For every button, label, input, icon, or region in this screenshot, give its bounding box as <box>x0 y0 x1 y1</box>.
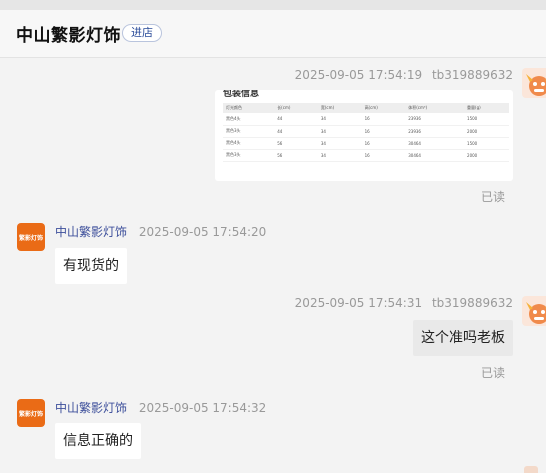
user-avatar-partial <box>524 466 538 473</box>
cartoon-avatar-icon <box>526 74 546 96</box>
table-row: 黑色3头 56 34 16 30464 2000 <box>223 149 509 162</box>
chat-header: 中山繁影灯饰 进店 <box>0 10 546 58</box>
table-cell: 44 <box>274 125 318 138</box>
table-cell: 2000 <box>464 125 509 138</box>
message-bubble: 这个准吗老板 <box>413 320 513 356</box>
message-sender: tb319889632 <box>431 296 513 310</box>
table-cell: 16 <box>361 113 406 126</box>
message-sender: tb319889632 <box>431 68 513 82</box>
message-time: 2025-09-05 17:54:20 <box>138 225 267 239</box>
message-bubble: 信息正确的 <box>55 423 141 459</box>
table-row: 黑色3头 44 34 16 23936 2000 <box>223 125 509 138</box>
shop-avatar-label: 繁影灯饰 <box>18 234 43 242</box>
table-cell: 56 <box>274 149 318 162</box>
table-cell: 1500 <box>464 113 509 126</box>
table-cell: 1500 <box>464 137 509 150</box>
table-cell: 16 <box>361 137 406 150</box>
table-header: 重量(g) <box>464 103 509 113</box>
image-table-title: 包装信息 <box>223 90 260 99</box>
message-time: 2025-09-05 17:54:31 <box>294 296 423 310</box>
message-sender: 中山繁影灯饰 <box>55 401 128 415</box>
table-cell: 23936 <box>405 113 465 126</box>
user-avatar[interactable] <box>522 68 546 98</box>
table-header: 灯光颜色 <box>223 103 275 113</box>
table-header: 高(cm) <box>361 103 406 113</box>
enter-shop-button[interactable]: 进店 <box>122 24 162 42</box>
message-bubble: 有现货的 <box>55 248 127 284</box>
shop-avatar-label: 繁影灯饰 <box>18 410 43 418</box>
message-meta: 中山繁影灯饰 2025-09-05 17:54:32 <box>55 399 266 416</box>
table-header: 长(cm) <box>274 103 318 113</box>
table-header: 体积(cm³) <box>405 103 465 113</box>
table-row: 黑色4头 56 34 16 30464 1500 <box>223 137 509 150</box>
message-meta: 2025-09-05 17:54:19 tb319889632 <box>295 68 513 82</box>
table-cell: 34 <box>317 125 362 138</box>
table-cell: 30464 <box>405 149 465 162</box>
table-cell: 30464 <box>405 137 465 150</box>
table-header: 宽(cm) <box>317 103 362 113</box>
packaging-table: 灯光颜色 长(cm) 宽(cm) 高(cm) 体积(cm³) 重量(g) 黑色4… <box>223 103 509 162</box>
table-cell: 56 <box>274 137 318 150</box>
cartoon-avatar-icon <box>526 302 546 324</box>
read-status: 已读 <box>480 366 505 380</box>
table-cell: 23936 <box>405 125 465 138</box>
table-cell: 34 <box>317 113 362 126</box>
shop-avatar[interactable]: 繁影灯饰 <box>17 399 45 427</box>
table-cell: 34 <box>317 149 362 162</box>
window-top-strip <box>0 0 546 10</box>
shop-name-title: 中山繁影灯饰 <box>16 26 121 46</box>
user-avatar[interactable] <box>522 296 546 326</box>
table-cell: 黑色3头 <box>223 149 275 162</box>
table-cell: 2000 <box>464 149 509 162</box>
message-time: 2025-09-05 17:54:19 <box>294 68 423 82</box>
table-cell: 16 <box>361 125 406 138</box>
table-cell: 黑色4头 <box>223 137 275 150</box>
table-cell: 黑色3头 <box>223 125 275 138</box>
table-cell: 34 <box>317 137 362 150</box>
message-image[interactable]: 包装信息 灯光颜色 长(cm) 宽(cm) 高(cm) 体积(cm³) 重量(g… <box>215 90 513 181</box>
message-sender: 中山繁影灯饰 <box>55 225 128 239</box>
table-cell: 黑色4头 <box>223 113 275 126</box>
table-cell: 44 <box>274 113 318 126</box>
read-status: 已读 <box>480 190 505 204</box>
message-time: 2025-09-05 17:54:32 <box>138 401 267 415</box>
message-meta: 中山繁影灯饰 2025-09-05 17:54:20 <box>55 223 266 240</box>
table-row: 黑色4头 44 34 16 23936 1500 <box>223 113 509 126</box>
message-meta: 2025-09-05 17:54:31 tb319889632 <box>295 296 513 310</box>
shop-avatar[interactable]: 繁影灯饰 <box>17 223 45 251</box>
table-cell: 16 <box>361 149 406 162</box>
